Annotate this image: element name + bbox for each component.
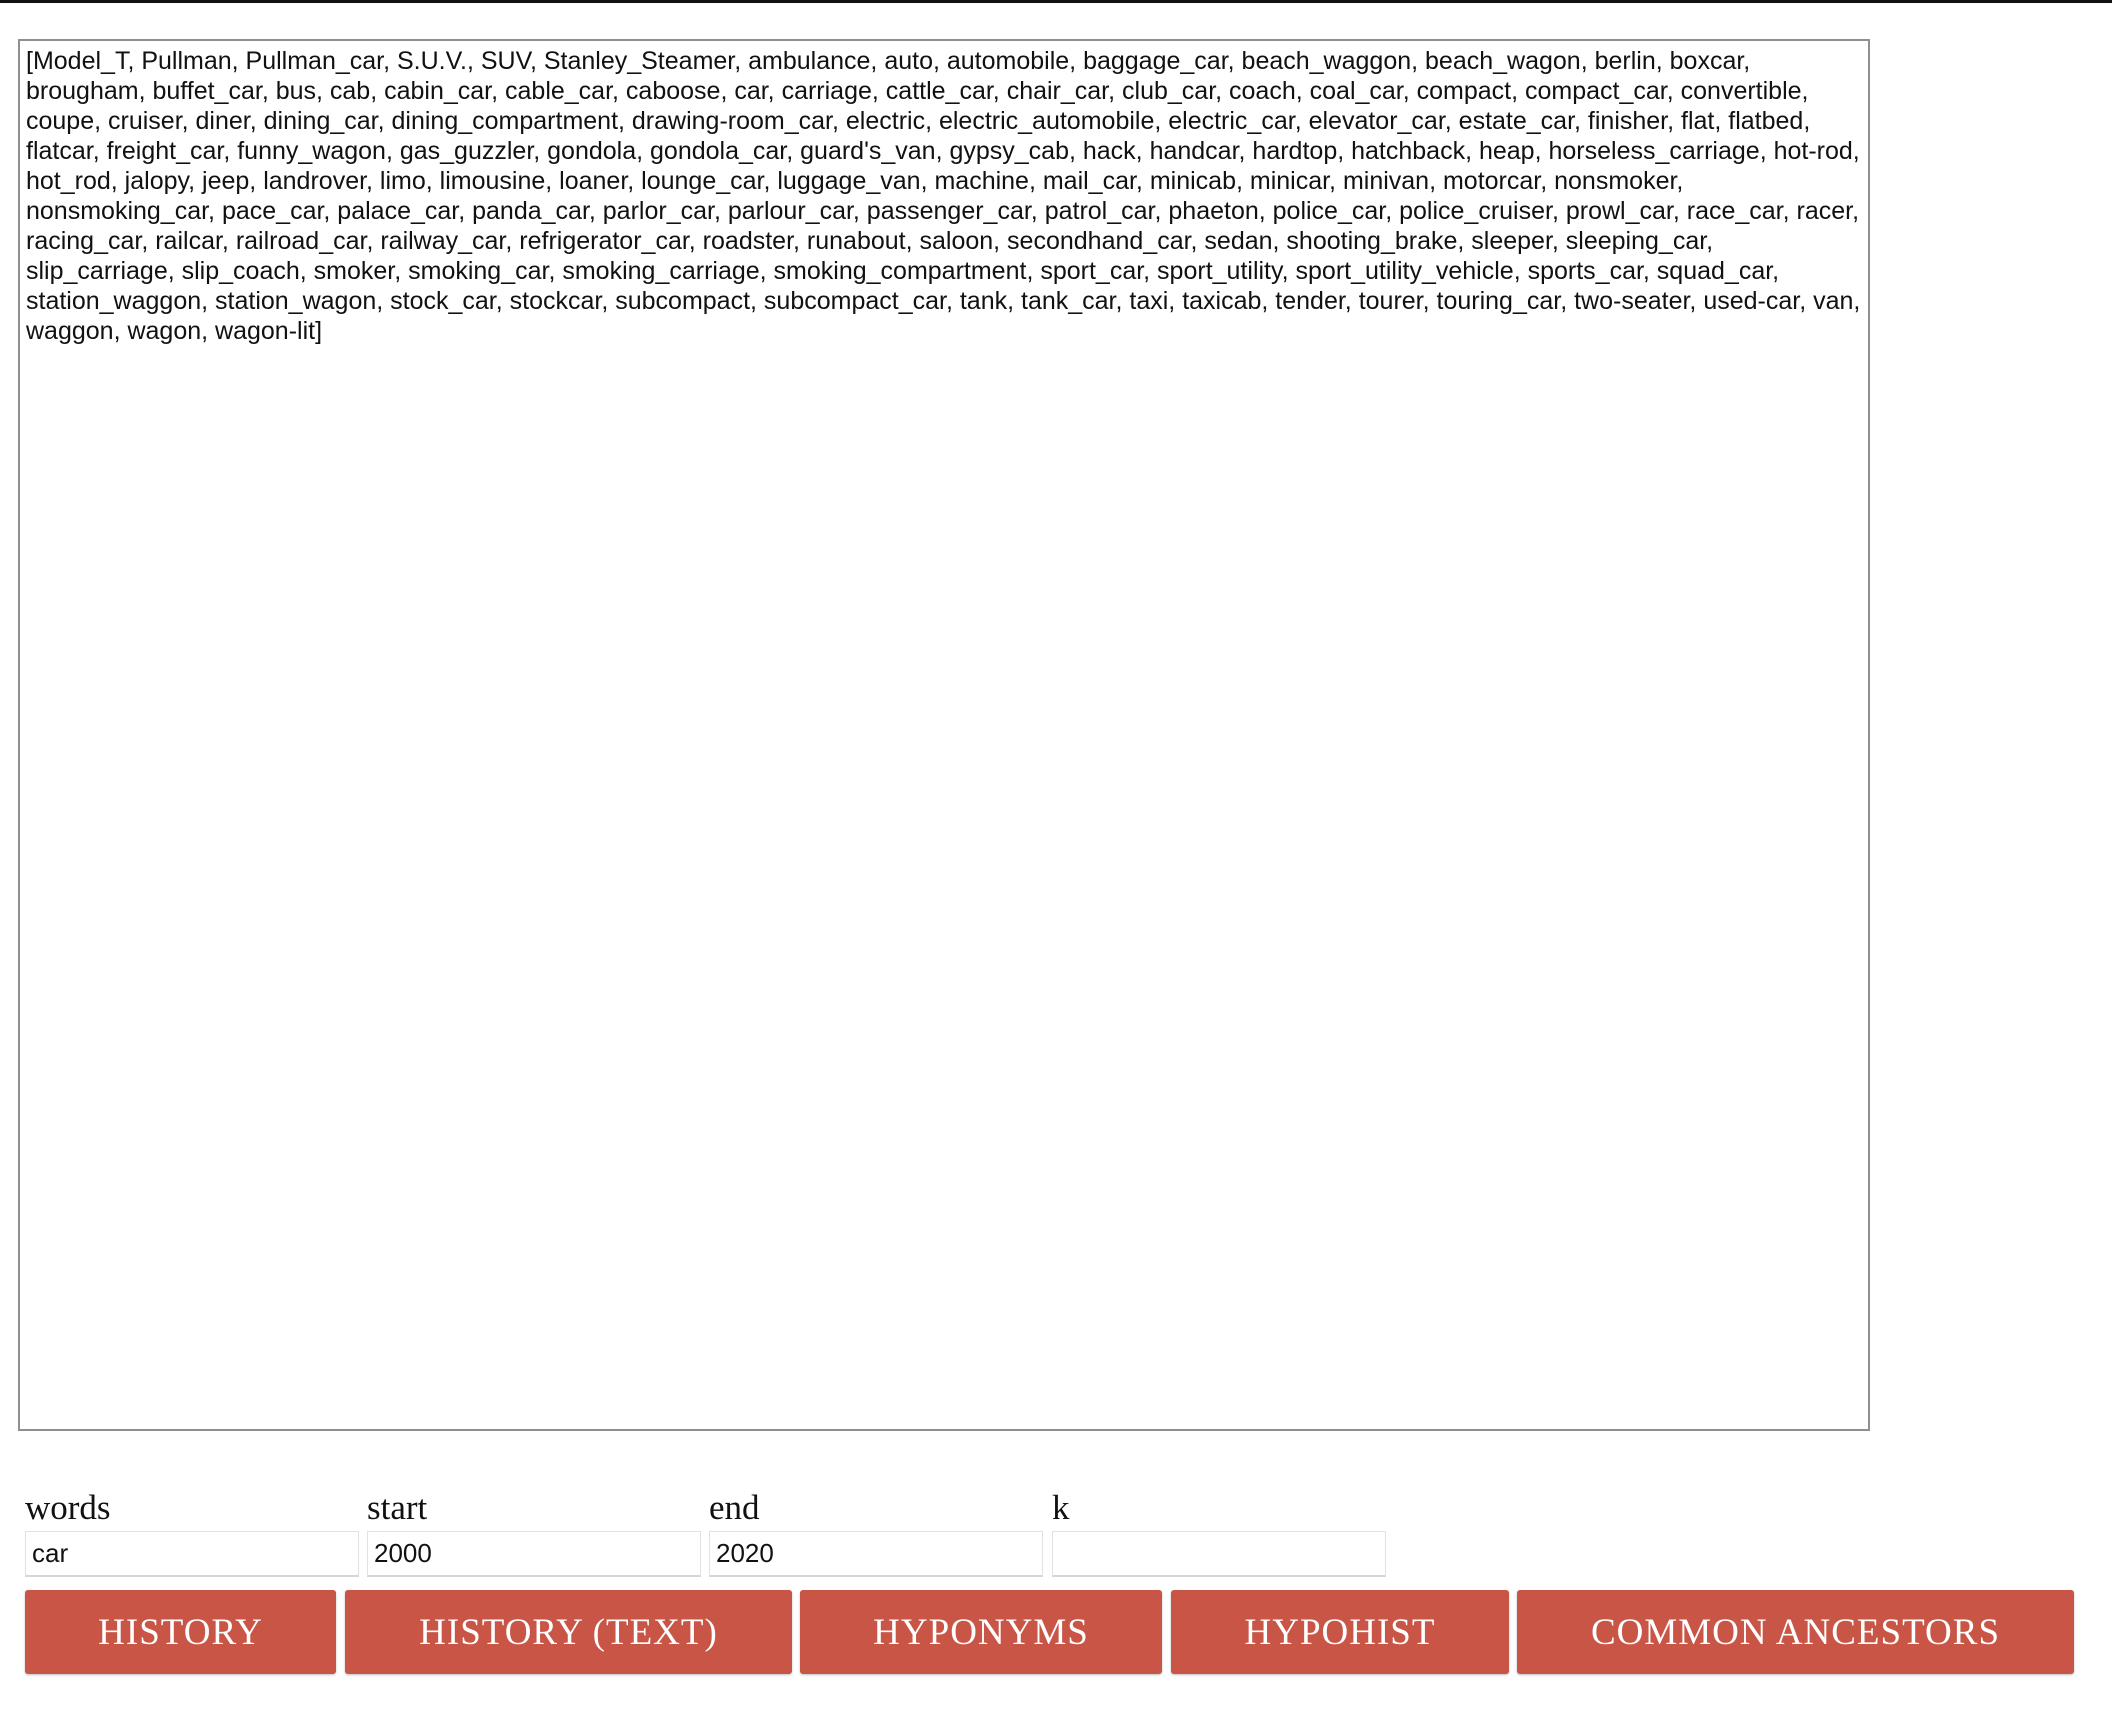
end-input[interactable]	[709, 1531, 1043, 1577]
hypohist-button[interactable]: HYPOHIST	[1171, 1590, 1509, 1674]
words-input[interactable]	[25, 1531, 359, 1577]
common-ancestors-button[interactable]: COMMON ANCESTORS	[1517, 1590, 2074, 1674]
k-label: k	[1052, 1488, 1070, 1527]
words-label: words	[25, 1488, 111, 1527]
history-button[interactable]: HISTORY	[25, 1590, 336, 1674]
k-input[interactable]	[1052, 1531, 1386, 1577]
top-border	[0, 0, 2112, 3]
end-label: end	[709, 1488, 760, 1527]
start-input[interactable]	[367, 1531, 701, 1577]
hyponyms-button[interactable]: HYPONYMS	[800, 1590, 1162, 1674]
results-textarea[interactable]: [Model_T, Pullman, Pullman_car, S.U.V., …	[18, 39, 1870, 1431]
history-text-button[interactable]: HISTORY (TEXT)	[345, 1590, 792, 1674]
start-label: start	[367, 1488, 428, 1527]
